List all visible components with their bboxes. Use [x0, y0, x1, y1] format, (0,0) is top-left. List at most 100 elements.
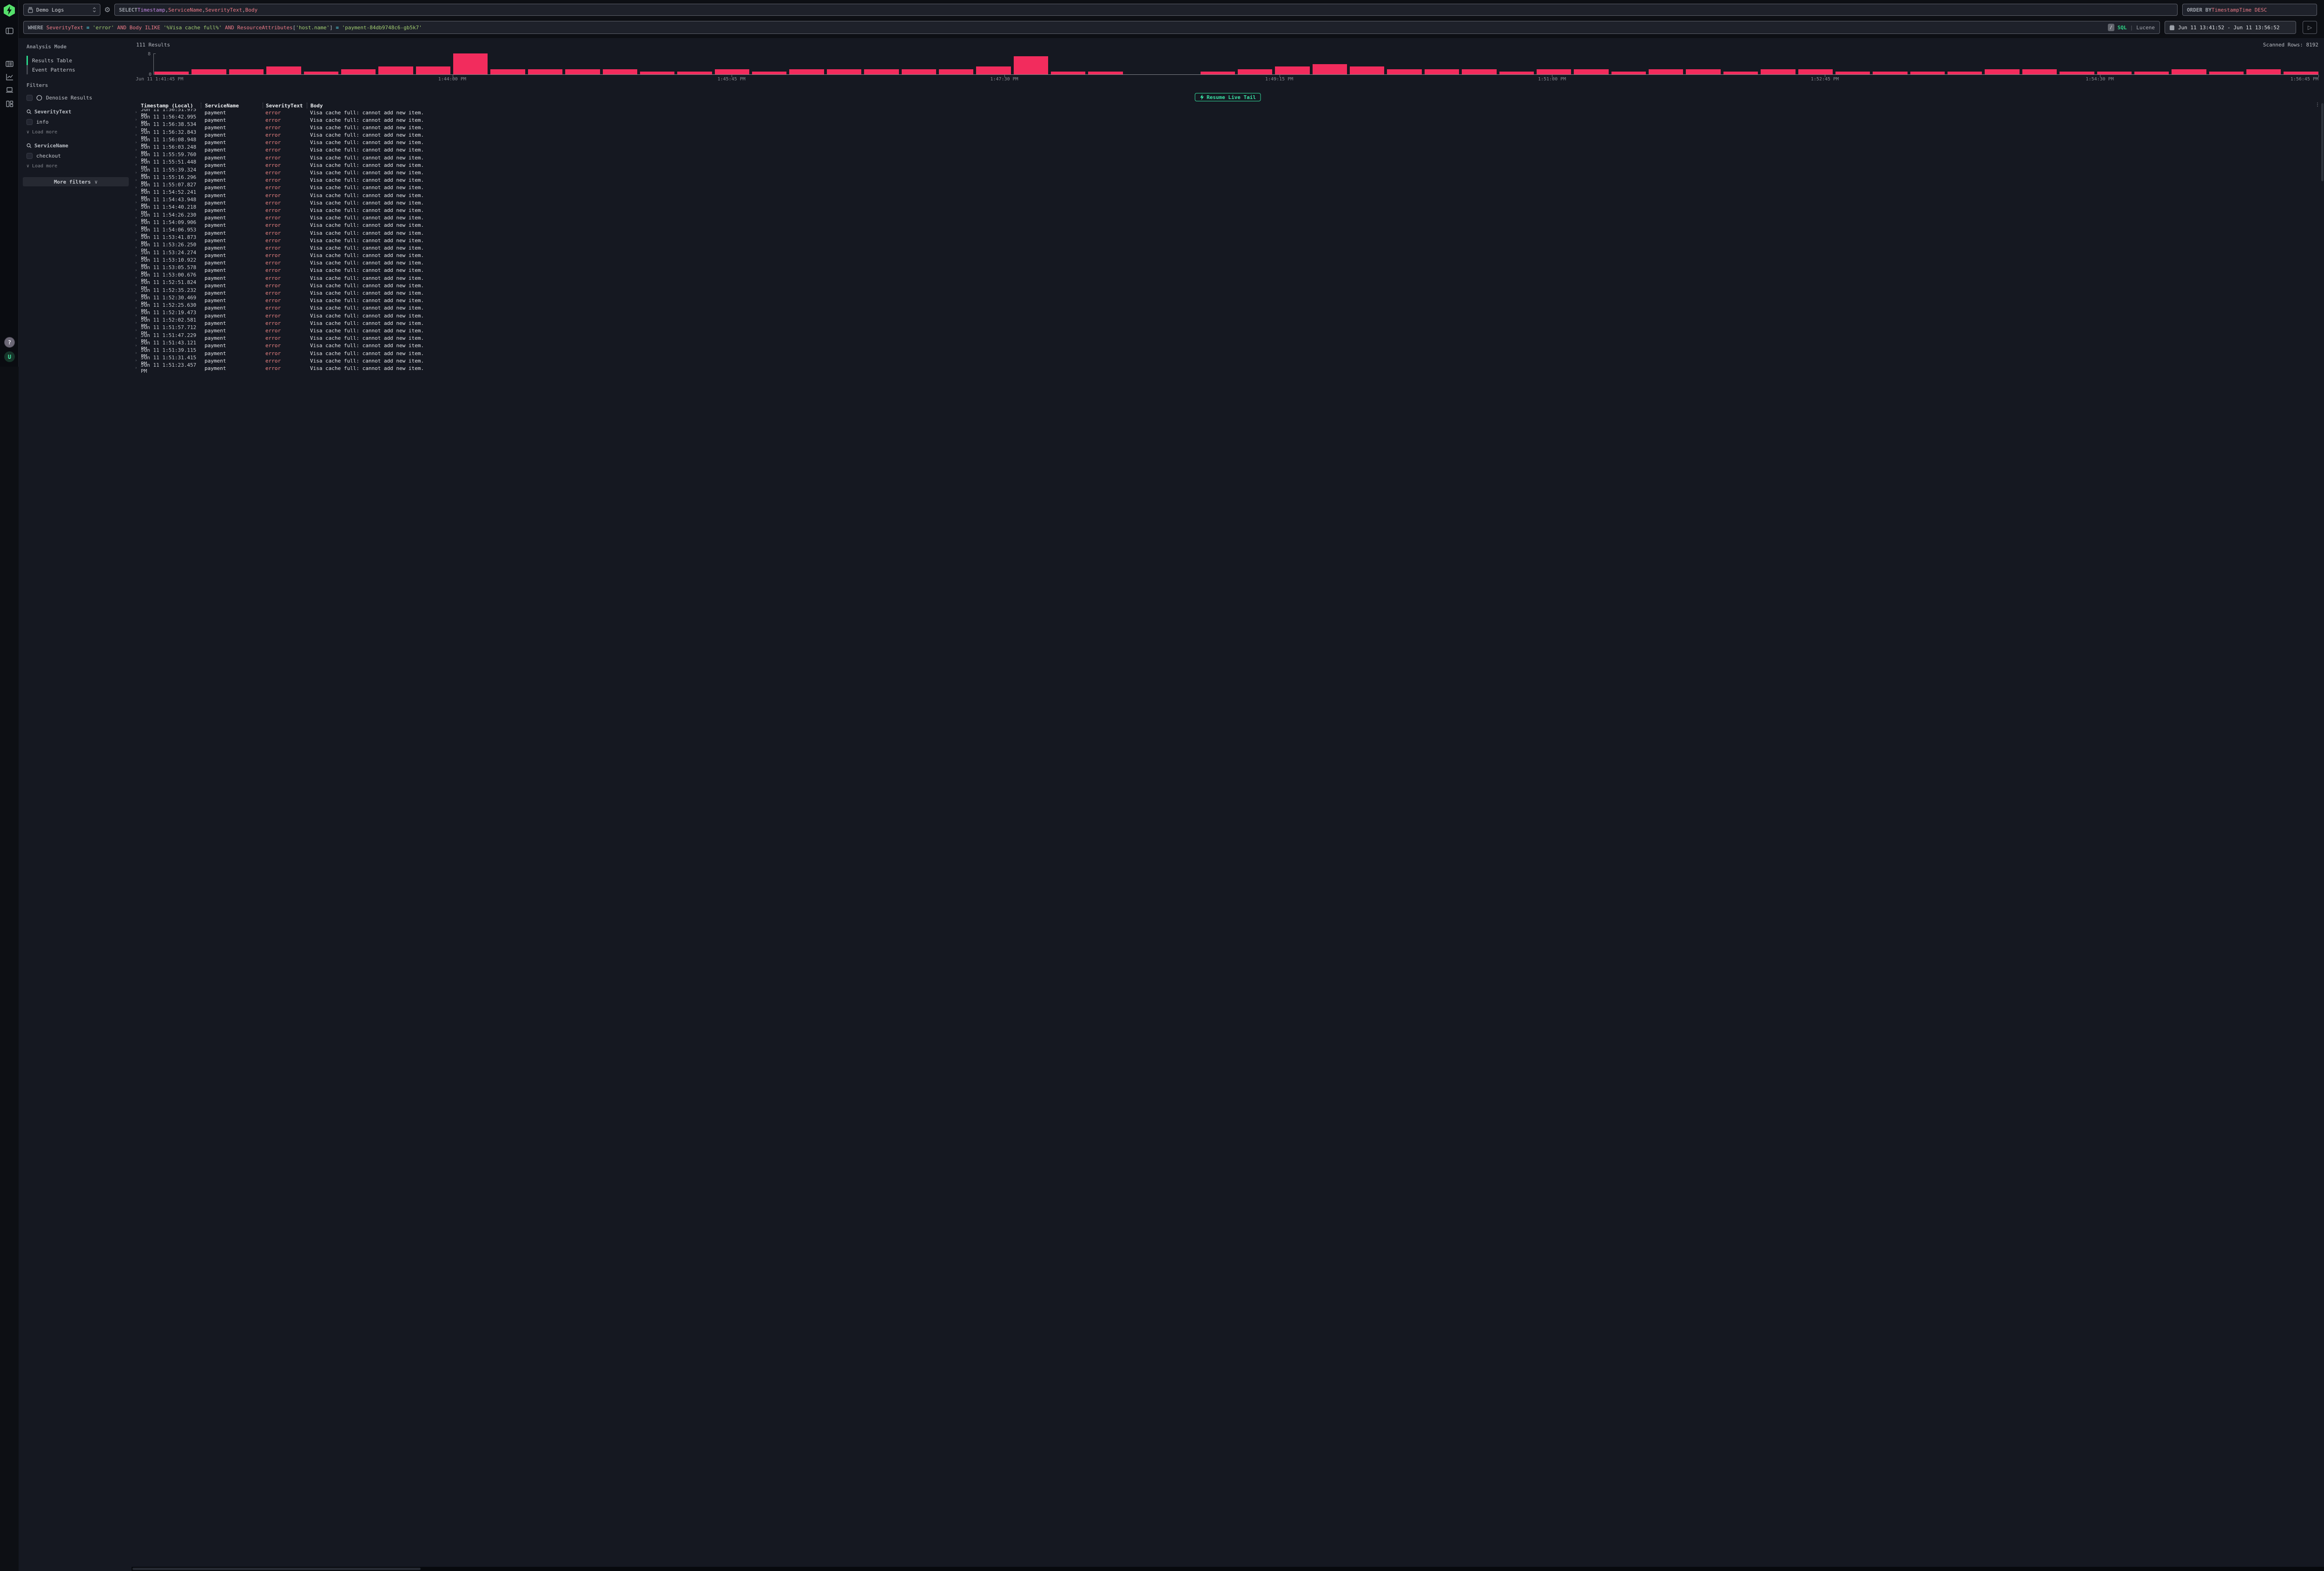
histogram-bar[interactable] — [1238, 69, 1272, 74]
column-header-body[interactable]: Body — [307, 103, 2320, 108]
histogram-bar[interactable] — [2284, 72, 2318, 74]
row-expand-chevron-icon[interactable]: › — [134, 163, 141, 167]
row-expand-chevron-icon[interactable]: › — [134, 148, 141, 152]
histogram-bar[interactable] — [1499, 72, 1534, 74]
row-expand-chevron-icon[interactable]: › — [134, 261, 141, 265]
row-expand-chevron-icon[interactable]: › — [134, 178, 141, 183]
histogram-bar[interactable] — [1611, 72, 1646, 74]
row-expand-chevron-icon[interactable]: › — [134, 358, 141, 363]
row-expand-chevron-icon[interactable]: › — [134, 328, 141, 333]
histogram-bar[interactable] — [229, 69, 264, 74]
row-expand-chevron-icon[interactable]: › — [134, 351, 141, 356]
row-expand-chevron-icon[interactable]: › — [134, 125, 141, 130]
horizontal-scrollbar[interactable] — [132, 1567, 2324, 1571]
source-selector[interactable]: Demo Logs — [23, 4, 100, 16]
histogram-bar[interactable] — [752, 72, 786, 74]
sql-language-option[interactable]: SQL — [2118, 25, 2127, 31]
column-header-severitytext[interactable]: SeverityText — [263, 103, 307, 108]
row-expand-chevron-icon[interactable]: › — [134, 283, 141, 288]
histogram-bar[interactable] — [2060, 72, 2094, 74]
more-filters-button[interactable]: More filters ∨ — [23, 177, 129, 186]
histogram-bar[interactable] — [640, 72, 674, 74]
row-expand-chevron-icon[interactable]: › — [134, 366, 141, 370]
histogram-bar[interactable] — [378, 66, 413, 74]
histogram-bar[interactable] — [266, 66, 301, 74]
histogram-bar[interactable] — [2246, 69, 2281, 74]
mode-results-table[interactable]: Results Table — [26, 56, 129, 65]
row-expand-chevron-icon[interactable]: › — [134, 185, 141, 190]
row-expand-chevron-icon[interactable]: › — [134, 313, 141, 318]
histogram-bar[interactable] — [1350, 66, 1384, 74]
column-header-servicename[interactable]: ServiceName — [201, 103, 263, 108]
row-expand-chevron-icon[interactable]: › — [134, 253, 141, 258]
search-icon[interactable] — [26, 143, 32, 148]
histogram-bar[interactable] — [864, 69, 898, 74]
row-expand-chevron-icon[interactable]: › — [134, 298, 141, 303]
resume-live-tail-button[interactable]: Resume Live Tail — [1195, 93, 1261, 101]
histogram-bar[interactable] — [1686, 69, 1720, 74]
histogram-bar[interactable] — [715, 69, 749, 74]
row-expand-chevron-icon[interactable]: › — [134, 193, 141, 198]
row-expand-chevron-icon[interactable]: › — [134, 268, 141, 273]
histogram-bar[interactable] — [2097, 72, 2132, 74]
row-expand-chevron-icon[interactable]: › — [134, 140, 141, 145]
row-expand-chevron-icon[interactable]: › — [134, 155, 141, 160]
histogram-bar[interactable] — [1873, 72, 1907, 74]
search-logs-icon[interactable] — [6, 60, 13, 68]
histogram-bar[interactable] — [528, 69, 562, 74]
histogram-bar[interactable] — [1088, 72, 1122, 74]
checkout-checkbox[interactable] — [26, 153, 33, 159]
histogram-bar[interactable] — [976, 66, 1010, 74]
row-expand-chevron-icon[interactable]: › — [134, 231, 141, 235]
histogram-bar[interactable] — [1910, 72, 1945, 74]
histogram-bar[interactable] — [1948, 72, 1982, 74]
row-expand-chevron-icon[interactable]: › — [134, 216, 141, 220]
histogram-bar[interactable] — [1275, 66, 1309, 74]
histogram-bar[interactable] — [603, 69, 637, 74]
load-more-servicename[interactable]: ∨ Load more — [26, 164, 129, 169]
histogram-bar[interactable] — [1201, 72, 1235, 74]
histogram-bar[interactable] — [1761, 69, 1795, 74]
help-button[interactable]: ? — [4, 337, 15, 348]
histogram-bar[interactable] — [1723, 72, 1758, 74]
row-expand-chevron-icon[interactable]: › — [134, 343, 141, 348]
source-settings-button[interactable]: ⚙ — [100, 6, 114, 14]
histogram-bar[interactable] — [1051, 72, 1085, 74]
histogram-bar[interactable] — [939, 69, 973, 74]
histogram-bar[interactable] — [565, 69, 600, 74]
histogram-bar[interactable] — [2209, 72, 2244, 74]
histogram-bar[interactable] — [304, 72, 338, 74]
row-expand-chevron-icon[interactable]: › — [134, 291, 141, 296]
histogram-bar[interactable] — [1462, 69, 1496, 74]
row-expand-chevron-icon[interactable]: › — [134, 200, 141, 205]
histogram-bar[interactable] — [2022, 69, 2057, 74]
histogram-bar[interactable] — [1387, 69, 1421, 74]
histogram-bar[interactable] — [1798, 69, 1833, 74]
run-query-button[interactable]: ▷ — [2303, 21, 2317, 34]
mode-event-patterns[interactable]: Event Patterns — [26, 65, 129, 74]
histogram-bar[interactable] — [1313, 64, 1347, 75]
histogram-bar[interactable] — [1537, 69, 1571, 74]
histogram-bar[interactable] — [1425, 69, 1459, 74]
histogram-bar[interactable] — [1574, 69, 1608, 74]
row-expand-chevron-icon[interactable]: › — [134, 110, 141, 115]
orderby-query-input[interactable]: ORDER BY TimestampTime DESC — [2182, 4, 2317, 16]
user-avatar[interactable]: U — [4, 351, 15, 362]
row-expand-chevron-icon[interactable]: › — [134, 336, 141, 341]
row-expand-chevron-icon[interactable]: › — [134, 171, 141, 175]
histogram-bar[interactable] — [827, 69, 861, 74]
row-expand-chevron-icon[interactable]: › — [134, 276, 141, 280]
client-sessions-icon[interactable] — [6, 86, 13, 94]
histogram-bar[interactable] — [1014, 56, 1048, 74]
horizontal-scrollbar-thumb[interactable] — [132, 1568, 421, 1570]
histogram-bar[interactable] — [902, 69, 936, 74]
hyperdx-logo-icon[interactable] — [3, 4, 15, 17]
column-options-icon[interactable]: ⋮ — [2315, 102, 2319, 107]
histogram-bar[interactable] — [789, 69, 824, 74]
histogram-bar[interactable] — [677, 72, 712, 74]
where-query-input[interactable]: WHERE SeverityText = 'error' AND Body IL… — [23, 21, 2160, 34]
row-expand-chevron-icon[interactable]: › — [134, 223, 141, 228]
dashboards-icon[interactable] — [6, 100, 13, 108]
load-more-severitytext[interactable]: ∨ Load more — [26, 130, 129, 135]
row-expand-chevron-icon[interactable]: › — [134, 321, 141, 325]
